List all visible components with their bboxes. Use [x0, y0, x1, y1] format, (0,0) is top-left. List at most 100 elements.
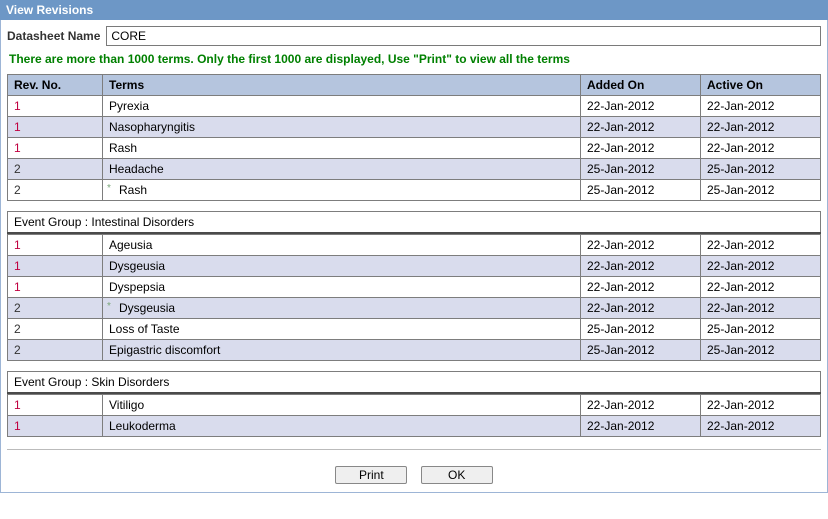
cell-active: 22-Jan-2012: [701, 416, 821, 437]
truncation-warning: There are more than 1000 terms. Only the…: [9, 52, 819, 66]
table-row: 1 Dyspepsia 22-Jan-201222-Jan-2012: [8, 277, 821, 298]
cell-rev: 1: [8, 96, 103, 117]
cell-rev: 2: [8, 319, 103, 340]
cell-term-text: Vitiligo: [109, 398, 144, 412]
table-row: 2 Headache 25-Jan-201225-Jan-2012: [8, 159, 821, 180]
cell-rev: 1: [8, 138, 103, 159]
cell-rev: 1: [8, 256, 103, 277]
cell-rev: 1: [8, 395, 103, 416]
cell-term: Nasopharyngitis: [103, 117, 581, 138]
cell-added: 22-Jan-2012: [581, 416, 701, 437]
cell-term: Loss of Taste: [103, 319, 581, 340]
cell-term: Dysgeusia: [103, 256, 581, 277]
cell-term-text: Pyrexia: [109, 99, 149, 113]
revisions-table: Rev. No. Terms Added On Active On 1 Pyrex…: [7, 74, 821, 201]
cell-active: 22-Jan-2012: [701, 395, 821, 416]
datasheet-name-input[interactable]: [106, 26, 821, 46]
table-row: 1 Vitiligo 22-Jan-201222-Jan-2012: [8, 395, 821, 416]
cell-added: 22-Jan-2012: [581, 395, 701, 416]
cell-active: 25-Jan-2012: [701, 159, 821, 180]
cell-term-text: Dysgeusia: [119, 301, 175, 315]
cell-added: 22-Jan-2012: [581, 235, 701, 256]
cell-added: 22-Jan-2012: [581, 298, 701, 319]
cell-rev: 2: [8, 159, 103, 180]
cell-term: Ageusia: [103, 235, 581, 256]
group-header: Event Group : Skin Disorders: [7, 371, 821, 394]
dialog-title: View Revisions: [0, 0, 828, 20]
cell-active: 22-Jan-2012: [701, 235, 821, 256]
group-header-label: Event Group : Skin Disorders: [8, 372, 821, 394]
col-added: Added On: [581, 75, 701, 96]
cell-added: 22-Jan-2012: [581, 256, 701, 277]
cell-term: Dyspepsia: [103, 277, 581, 298]
cell-term-text: Epigastric discomfort: [109, 343, 220, 357]
table-row: 2 Loss of Taste 25-Jan-201225-Jan-2012: [8, 319, 821, 340]
cell-active: 22-Jan-2012: [701, 298, 821, 319]
col-active: Active On: [701, 75, 821, 96]
cell-added: 22-Jan-2012: [581, 96, 701, 117]
cell-active: 22-Jan-2012: [701, 96, 821, 117]
cell-term: Headache: [103, 159, 581, 180]
cell-term-text: Loss of Taste: [109, 322, 180, 336]
cell-term: Rash: [103, 138, 581, 159]
group-header-label: Event Group : Intestinal Disorders: [8, 212, 821, 234]
cell-added: 25-Jan-2012: [581, 319, 701, 340]
cell-active: 22-Jan-2012: [701, 256, 821, 277]
col-rev: Rev. No.: [8, 75, 103, 96]
dialog-body: Datasheet Name There are more than 1000 …: [0, 20, 828, 493]
col-terms: Terms: [103, 75, 581, 96]
table-row: 2 * Dysgeusia 22-Jan-201222-Jan-2012: [8, 298, 821, 319]
cell-term-text: Leukoderma: [109, 419, 176, 433]
table-row: 1 Dysgeusia 22-Jan-201222-Jan-2012: [8, 256, 821, 277]
cell-rev: 1: [8, 235, 103, 256]
cell-term: Vitiligo: [103, 395, 581, 416]
revisions-subtable: 1 Vitiligo 22-Jan-201222-Jan-2012 1 Leukoder…: [7, 394, 821, 437]
ok-button[interactable]: OK: [421, 466, 493, 484]
cell-active: 22-Jan-2012: [701, 277, 821, 298]
cell-added: 25-Jan-2012: [581, 340, 701, 361]
cell-rev: 1: [8, 277, 103, 298]
cell-term-text: Dysgeusia: [109, 259, 165, 273]
cell-term-text: Rash: [109, 141, 137, 155]
cell-added: 22-Jan-2012: [581, 117, 701, 138]
star-icon: *: [107, 301, 111, 312]
dialog-footer: Print OK: [7, 460, 821, 492]
table-row: 1 Ageusia 22-Jan-201222-Jan-2012: [8, 235, 821, 256]
cell-rev: 1: [8, 416, 103, 437]
cell-term: Pyrexia: [103, 96, 581, 117]
cell-term: * Rash: [103, 180, 581, 201]
table-row: 1 Leukoderma 22-Jan-201222-Jan-2012: [8, 416, 821, 437]
table-row: 1 Nasopharyngitis 22-Jan-201222-Jan-2012: [8, 117, 821, 138]
table-row: 2 * Rash 25-Jan-201225-Jan-2012: [8, 180, 821, 201]
cell-added: 25-Jan-2012: [581, 180, 701, 201]
revisions-subtable: 1Ageusia22-Jan-201222-Jan-20121Dysgeusia…: [7, 234, 821, 361]
cell-added: 25-Jan-2012: [581, 159, 701, 180]
cell-added: 22-Jan-2012: [581, 138, 701, 159]
cell-rev: 1: [8, 117, 103, 138]
print-button[interactable]: Print: [335, 466, 407, 484]
table-row: 2 Epigastric discomfort 25-Jan-201225-Jan-…: [8, 340, 821, 361]
cell-rev: 2: [8, 340, 103, 361]
cell-active: 25-Jan-2012: [701, 180, 821, 201]
group-header: Event Group : Intestinal Disorders: [7, 211, 821, 234]
cell-term-text: Nasopharyngitis: [109, 120, 195, 134]
cell-term-text: Rash: [119, 183, 147, 197]
table-row: 1 Pyrexia 22-Jan-201222-Jan-2012: [8, 96, 821, 117]
cell-active: 22-Jan-2012: [701, 138, 821, 159]
cell-active: 25-Jan-2012: [701, 319, 821, 340]
cell-rev: 2: [8, 298, 103, 319]
cell-active: 25-Jan-2012: [701, 340, 821, 361]
cell-term: Epigastric discomfort: [103, 340, 581, 361]
separator: [7, 449, 821, 450]
cell-term-text: Headache: [109, 162, 164, 176]
cell-term-text: Ageusia: [109, 238, 152, 252]
table-row: 1 Rash 22-Jan-201222-Jan-2012: [8, 138, 821, 159]
cell-rev: 2: [8, 180, 103, 201]
cell-active: 22-Jan-2012: [701, 117, 821, 138]
cell-added: 22-Jan-2012: [581, 277, 701, 298]
star-icon: *: [107, 183, 111, 194]
cell-term-text: Dyspepsia: [109, 280, 165, 294]
cell-term: Leukoderma: [103, 416, 581, 437]
datasheet-name-label: Datasheet Name: [7, 29, 100, 43]
cell-term: * Dysgeusia: [103, 298, 581, 319]
